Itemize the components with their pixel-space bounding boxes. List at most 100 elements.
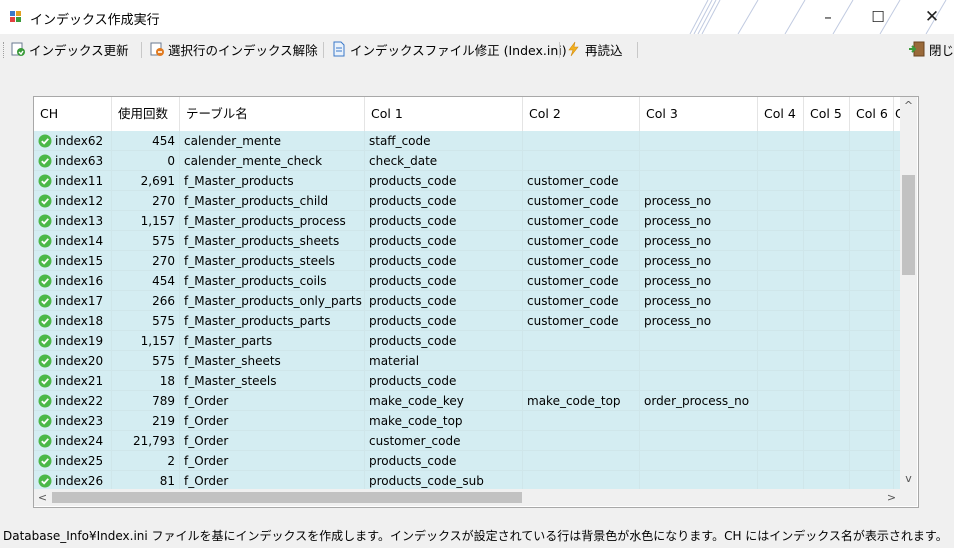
column-header-ch[interactable]: CH xyxy=(34,97,112,131)
cell-col2: customer_code xyxy=(523,271,640,291)
toolbar-separator xyxy=(141,42,142,58)
horizontal-scrollbar[interactable]: < > xyxy=(34,489,900,506)
cell-col1: products_code xyxy=(365,331,523,351)
cell-usage-count: 18 xyxy=(112,371,180,391)
minimize-button[interactable]: – xyxy=(806,0,850,34)
cell-col3 xyxy=(640,451,758,471)
cell-ch: index21 xyxy=(34,371,112,391)
cell-usage-count: 454 xyxy=(112,271,180,291)
table-row[interactable]: index19 1,157 f_Master_parts products_code xyxy=(34,331,903,351)
cell-usage-count: 454 xyxy=(112,131,180,151)
edit-index-file-button[interactable]: インデックスファイル修正 (Index.ini) xyxy=(331,39,567,59)
table-row[interactable]: index12 270 f_Master_products_child product… xyxy=(34,191,903,211)
reload-label: 再読込 xyxy=(585,42,623,58)
update-index-button[interactable]: インデックス更新 xyxy=(10,39,129,59)
cell-usage-count: 575 xyxy=(112,231,180,251)
check-circle-icon xyxy=(38,234,52,247)
table-row[interactable]: index17 266 f_Master_products_only_parts pr… xyxy=(34,291,903,311)
cell-col5 xyxy=(804,351,850,371)
table-row[interactable]: index11 2,691 f_Master_products products_co… xyxy=(34,171,903,191)
cell-col6 xyxy=(850,291,894,311)
column-header-table-name[interactable]: テーブル名 xyxy=(180,97,365,131)
table-row[interactable]: index62 454 calender_mente staff_code xyxy=(34,131,903,151)
cell-col1: products_code xyxy=(365,311,523,331)
check-circle-icon xyxy=(38,174,52,187)
column-header-col5[interactable]: Col 5 xyxy=(804,97,850,131)
cell-table-name: f_Order xyxy=(180,391,365,411)
table-row[interactable]: index15 270 f_Master_products_steels produc… xyxy=(34,251,903,271)
cell-ch: index63 xyxy=(34,151,112,171)
cell-col4 xyxy=(758,371,804,391)
cell-table-name: calender_mente_check xyxy=(180,151,365,171)
cell-table-name: f_Order xyxy=(180,451,365,471)
table-row[interactable]: index25 2 f_Order products_code xyxy=(34,451,903,471)
cell-ch: index15 xyxy=(34,251,112,271)
cell-col1: products_code xyxy=(365,271,523,291)
index-grid[interactable]: CH 使用回数 テーブル名 Col 1 Col 2 Col 3 Col 4 Co… xyxy=(33,96,919,508)
table-row[interactable]: index26 81 f_Order products_code_sub xyxy=(34,471,903,491)
scroll-up-arrow[interactable]: ^ xyxy=(900,97,917,114)
vertical-scroll-thumb[interactable] xyxy=(902,175,915,275)
column-header-col1[interactable]: Col 1 xyxy=(365,97,523,131)
scroll-corner xyxy=(900,489,917,506)
cell-table-name: f_Order xyxy=(180,411,365,431)
cell-col3: process_no xyxy=(640,291,758,311)
table-row[interactable]: index14 575 f_Master_products_sheets produc… xyxy=(34,231,903,251)
cell-col4 xyxy=(758,171,804,191)
cell-table-name: f_Master_products_child xyxy=(180,191,365,211)
scroll-down-arrow[interactable]: v xyxy=(900,470,917,487)
cell-col5 xyxy=(804,391,850,411)
toolbar-separator xyxy=(323,42,324,58)
cell-col3: process_no xyxy=(640,191,758,211)
cell-col6 xyxy=(850,451,894,471)
maximize-button[interactable]: ☐ xyxy=(856,0,900,34)
horizontal-scroll-thumb[interactable] xyxy=(52,492,522,503)
column-header-usage-count[interactable]: 使用回数 xyxy=(112,97,180,131)
cell-col4 xyxy=(758,131,804,151)
cell-col1: material xyxy=(365,351,523,371)
cell-table-name: f_Master_products_coils xyxy=(180,271,365,291)
check-circle-icon xyxy=(38,334,52,347)
table-row[interactable]: index63 0 calender_mente_check check_date xyxy=(34,151,903,171)
cell-col6 xyxy=(850,251,894,271)
close-window-button[interactable]: ✕ xyxy=(910,0,954,34)
cell-col2 xyxy=(523,451,640,471)
cell-col4 xyxy=(758,211,804,231)
table-row[interactable]: index21 18 f_Master_steels products_code xyxy=(34,371,903,391)
index-name: index20 xyxy=(55,354,104,368)
cell-col6 xyxy=(850,371,894,391)
cell-ch: index13 xyxy=(34,211,112,231)
check-circle-icon xyxy=(38,454,52,467)
table-row[interactable]: index23 219 f_Order make_code_top xyxy=(34,411,903,431)
column-header-col6[interactable]: Col 6 xyxy=(850,97,894,131)
column-header-col3[interactable]: Col 3 xyxy=(640,97,758,131)
cell-col3 xyxy=(640,131,758,151)
table-row[interactable]: index16 454 f_Master_products_coils product… xyxy=(34,271,903,291)
scroll-right-arrow[interactable]: > xyxy=(883,489,900,506)
toolbar-separator xyxy=(637,42,638,58)
cell-col5 xyxy=(804,191,850,211)
column-header-col2[interactable]: Col 2 xyxy=(523,97,640,131)
cell-col5 xyxy=(804,411,850,431)
cell-col5 xyxy=(804,371,850,391)
cell-ch: index17 xyxy=(34,291,112,311)
check-circle-icon xyxy=(38,414,52,427)
exit-button[interactable]: 閉じる xyxy=(908,39,954,59)
table-row[interactable]: index20 575 f_Master_sheets material xyxy=(34,351,903,371)
vertical-scrollbar[interactable]: ^ v xyxy=(900,97,917,489)
cell-ch: index24 xyxy=(34,431,112,451)
cell-col3 xyxy=(640,151,758,171)
cell-ch: index22 xyxy=(34,391,112,411)
cell-col4 xyxy=(758,471,804,491)
cell-table-name: f_Master_sheets xyxy=(180,351,365,371)
column-header-col4[interactable]: Col 4 xyxy=(758,97,804,131)
table-row[interactable]: index24 21,793 f_Order customer_code xyxy=(34,431,903,451)
table-row[interactable]: index22 789 f_Order make_code_key make_code_… xyxy=(34,391,903,411)
reload-button[interactable]: 再読込 xyxy=(566,39,623,59)
release-index-button[interactable]: 選択行のインデックス解除 xyxy=(149,39,318,59)
cell-usage-count: 21,793 xyxy=(112,431,180,451)
table-row[interactable]: index13 1,157 f_Master_products_process pro… xyxy=(34,211,903,231)
cell-col2 xyxy=(523,151,640,171)
scroll-left-arrow[interactable]: < xyxy=(34,489,51,506)
table-row[interactable]: index18 575 f_Master_products_parts product… xyxy=(34,311,903,331)
